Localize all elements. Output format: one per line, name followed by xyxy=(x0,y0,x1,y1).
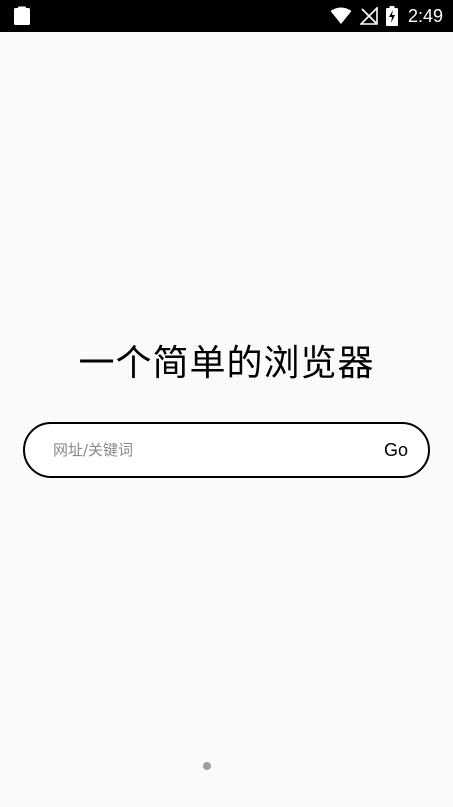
signal-off-icon xyxy=(359,7,378,25)
status-time: 2:49 xyxy=(407,6,443,26)
go-button[interactable]: Go xyxy=(384,424,408,476)
page-title: 一个简单的浏览器 xyxy=(78,343,375,384)
page-indicator-dot xyxy=(203,762,211,770)
browser-home-screen: 2:49 一个简单的浏览器 Go xyxy=(0,0,453,807)
wifi-icon xyxy=(330,7,352,25)
battery-charging-icon xyxy=(385,6,398,26)
status-icons: 2:49 xyxy=(330,0,443,32)
clipboard-icon xyxy=(12,6,32,26)
search-bar: Go xyxy=(23,422,430,478)
status-bar: 2:49 xyxy=(0,0,453,32)
search-input[interactable] xyxy=(53,424,353,476)
